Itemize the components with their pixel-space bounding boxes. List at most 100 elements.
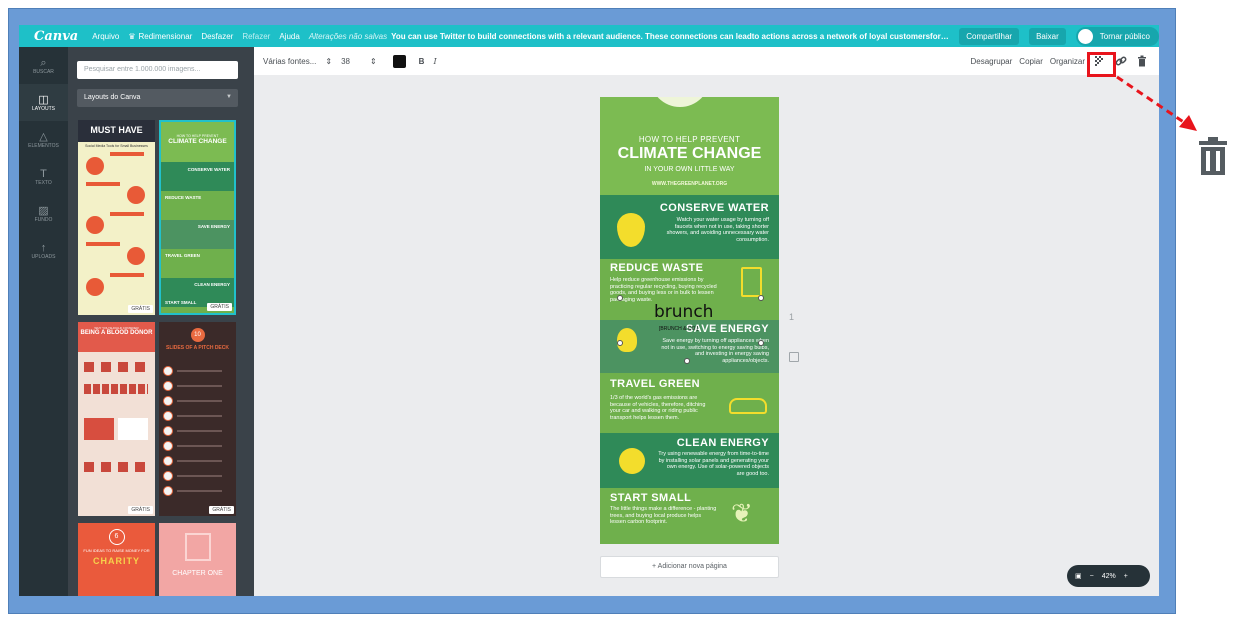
zoom-level[interactable]: 42% [1102, 573, 1116, 580]
section-conserve-water: CONSERVE WATER Watch your water usage by… [600, 195, 779, 259]
resize-handle[interactable] [758, 340, 764, 346]
layout-thumb-climate-change[interactable]: HOW TO HELP PREVENT CLIMATE CHANGE CONSE… [159, 120, 236, 315]
list-line [177, 385, 222, 387]
nav-text[interactable]: T TEXTO [19, 158, 68, 195]
image-search-input[interactable]: Pesquisar entre 1.000.000 imagens... [77, 61, 238, 79]
nav-uploads[interactable]: ↑ UPLOADS [19, 232, 68, 269]
text-toolbar: Várias fontes... ⇕ 38 ⇕ B I Desagrupar C… [254, 47, 1159, 75]
layouts-select[interactable]: Layouts do Canva ▼ [77, 89, 238, 107]
italic-button[interactable]: I [433, 57, 436, 66]
document-title[interactable]: You can use Twitter to build connections… [391, 32, 949, 41]
list-bullet [163, 396, 173, 406]
menu-help[interactable]: Ajuda [279, 32, 299, 41]
thumb-icons-row [84, 362, 148, 372]
resize-handle[interactable] [617, 295, 623, 301]
layout-thumb-blood-donor[interactable]: WHY YOU SHOULD CONSIDER BEING A BLOOD DO… [78, 322, 155, 516]
background-icon: ▨ [38, 204, 49, 217]
layout-thumb-charity[interactable]: 6 FUN IDEAS TO RAISE MONEY FOR CHARITY [78, 523, 155, 596]
header-title: CLIMATE CHANGE [617, 145, 762, 162]
sun-icon [619, 448, 645, 474]
add-page-button[interactable]: + Adicionar nova página [600, 556, 779, 578]
download-button[interactable]: Baixar [1029, 27, 1066, 45]
nav-search[interactable]: ⌕ BUSCAR [19, 47, 68, 84]
arrange-button[interactable]: Organizar [1050, 57, 1085, 66]
section-start-small: START SMALL The little things make a dif… [600, 488, 779, 544]
thumb-row-label: CLEAN ENERGY [194, 282, 230, 287]
present-icon[interactable]: ▣ [1075, 572, 1082, 580]
thumb-header: HOW TO HELP PREVENT CLIMATE CHANGE [161, 122, 234, 162]
copy-button[interactable]: Copiar [1019, 57, 1043, 66]
free-badge: GRÁTIS [209, 506, 234, 514]
highlight-box [1087, 52, 1116, 77]
selected-text-subtitle[interactable]: [BRUNCH & CO.] [659, 326, 698, 332]
trash-icon [1199, 137, 1227, 175]
nav-elements[interactable]: △ ELEMENTOS [19, 121, 68, 158]
nav-layouts[interactable]: ◫ LAYOUTS [19, 84, 68, 121]
list-line [177, 400, 222, 402]
list-bullet [163, 411, 173, 421]
page-number: 1 [789, 312, 795, 322]
thumb-row-label: SAVE ENERGY [197, 224, 230, 229]
list-line [177, 445, 222, 447]
menu-undo[interactable]: Desfazer [201, 32, 233, 41]
annotation-arrow [1116, 75, 1197, 131]
section-title: CONSERVE WATER [659, 202, 769, 214]
nav-text-label: TEXTO [35, 179, 52, 186]
layout-icon: ◫ [38, 93, 49, 106]
crown-icon: ♛ [128, 31, 136, 41]
rotate-handle[interactable] [684, 358, 690, 364]
top-bar: Canva Arquivo ♛ Redimensionar Desfazer R… [19, 25, 1159, 47]
nav-search-label: BUSCAR [33, 68, 54, 75]
thumb-header: WHY YOU SHOULD CONSIDER BEING A BLOOD DO… [78, 322, 155, 352]
section-title: START SMALL [610, 492, 692, 504]
list-bullet [163, 486, 173, 496]
menu-resize[interactable]: Redimensionar [139, 32, 193, 41]
resize-handle[interactable] [617, 340, 623, 346]
section-title: SAVE ENERGY [685, 323, 769, 335]
row-label-bar [110, 273, 144, 277]
free-badge: GRÁTIS [128, 506, 153, 514]
thumb-subtitle: Social Media Tools for Small Businesses [85, 144, 148, 148]
layouts-panel: Pesquisar entre 1.000.000 imagens... Lay… [68, 47, 254, 596]
share-button[interactable]: Compartilhar [959, 27, 1020, 45]
list-line [177, 490, 222, 492]
car-icon [729, 398, 767, 414]
resize-handle[interactable] [758, 295, 764, 301]
text-color-swatch[interactable] [392, 54, 406, 68]
section-clean-energy: CLEAN ENERGY Try using renewable energy … [600, 433, 779, 488]
bold-button[interactable]: B [419, 57, 425, 66]
instagram-icon [86, 216, 104, 234]
thumb-title: BEING A BLOOD DONOR [80, 330, 153, 336]
thumb-subtitle: FUN IDEAS TO RAISE MONEY FOR [83, 548, 150, 553]
globe-illustration [650, 97, 710, 107]
chevron-updown-icon: ⇕ [325, 56, 333, 66]
thumb-block [118, 418, 148, 440]
list-line [177, 475, 222, 477]
unsaved-status: Alterações não salvas [308, 31, 388, 41]
zoom-in-button[interactable]: + [1124, 573, 1128, 580]
layouts-select-value: Layouts do Canva [84, 94, 141, 101]
selected-text-element[interactable]: brunch [654, 302, 713, 322]
free-badge: GRÁTIS [207, 303, 232, 311]
layout-thumb-chapter-one[interactable]: CHAPTER ONE [159, 523, 236, 596]
layout-thumb-pitch-deck[interactable]: 10 SLIDES OF A PITCH DECK GRÁTIS [159, 322, 236, 516]
trash-icon[interactable] [1136, 55, 1148, 67]
menu-redo[interactable]: Refazer [242, 32, 270, 41]
link-icon[interactable] [1115, 55, 1127, 67]
list-bullet [163, 456, 173, 466]
thumb-row-label: CONSERVE WATER [187, 167, 230, 172]
menu-file[interactable]: Arquivo [92, 32, 119, 41]
make-public-label: Tornar público [1099, 31, 1150, 41]
make-public-toggle[interactable]: Tornar público [1075, 26, 1159, 46]
zoom-out-button[interactable]: − [1090, 573, 1094, 580]
ungroup-button[interactable]: Desagrupar [970, 57, 1012, 66]
font-family-select[interactable]: Várias fontes... [263, 57, 316, 66]
nav-background[interactable]: ▨ FUNDO [19, 195, 68, 232]
thumb-row-label: TRAVEL GREEN [165, 253, 200, 258]
duplicate-page-icon[interactable] [789, 352, 799, 362]
font-size-select[interactable]: 38 [341, 57, 350, 66]
section-title: REDUCE WASTE [610, 262, 704, 274]
layout-thumb-must-have[interactable]: MUST HAVE Social Media Tools for Small B… [78, 120, 155, 315]
row-label-bar [86, 182, 120, 186]
canva-logo[interactable]: Canva [34, 29, 78, 44]
